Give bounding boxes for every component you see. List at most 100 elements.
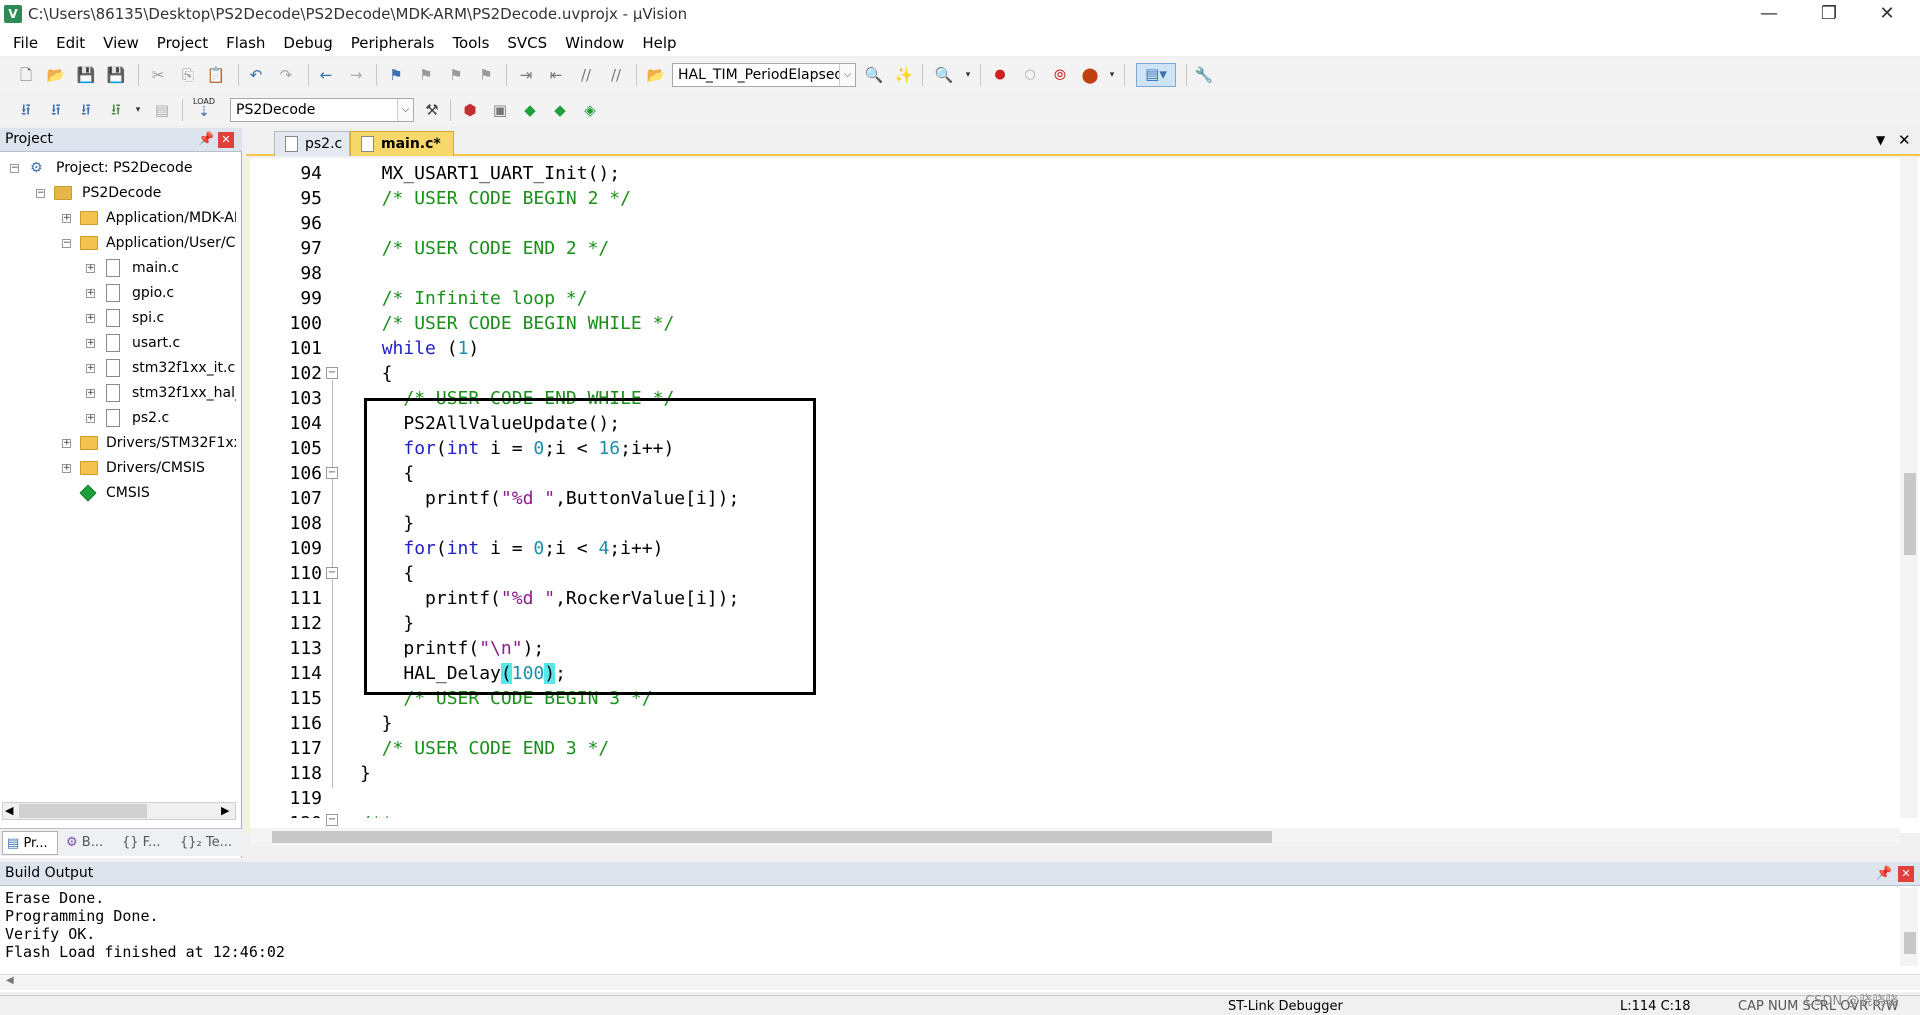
tree-file[interactable]: + spi.c — [86, 306, 240, 331]
stop-build-icon[interactable]: ▤ — [152, 100, 172, 120]
tree-group-cmsis[interactable]: CMSIS — [60, 481, 240, 506]
incremental-find-icon[interactable]: ✨ — [894, 65, 914, 85]
select-software-packs-icon[interactable]: ◆ — [550, 100, 570, 120]
batch-build-icon[interactable]: ⭿ — [106, 100, 126, 120]
disable-all-breakpoints-icon[interactable]: ⦾ — [1050, 65, 1070, 85]
tab-main-c[interactable]: main.c* — [350, 131, 454, 156]
manage-components-icon[interactable]: ▣ — [490, 100, 510, 120]
scroll-right-icon[interactable]: ▶ — [221, 804, 229, 817]
tree-file[interactable]: + usart.c — [86, 331, 240, 356]
menu-debug[interactable]: Debug — [274, 34, 341, 52]
redo-icon[interactable]: ↷ — [276, 65, 296, 85]
bookmark-icon[interactable]: ⚑ — [386, 65, 406, 85]
prev-bookmark-icon[interactable]: ⚑ — [416, 65, 436, 85]
rebuild-icon[interactable]: ⭿ — [76, 100, 96, 120]
restore-button[interactable]: ❐ — [1800, 0, 1858, 30]
navigate-forward-icon[interactable]: → — [346, 65, 366, 85]
expand-icon[interactable]: + — [86, 289, 95, 298]
close-button[interactable]: ✕ — [1858, 0, 1916, 30]
scroll-thumb[interactable] — [1904, 473, 1916, 555]
save-icon[interactable]: 💾 — [76, 65, 96, 85]
tree-file[interactable]: + main.c — [86, 256, 240, 281]
scroll-thumb[interactable] — [272, 831, 1272, 843]
editor-vertical-scrollbar[interactable] — [1900, 158, 1918, 818]
window-layout-icon[interactable]: ▤▾ — [1136, 63, 1176, 87]
fold-marker-icon[interactable]: − — [326, 467, 338, 479]
expand-icon[interactable]: + — [86, 364, 95, 373]
build-icon[interactable]: ⭿ — [46, 100, 66, 120]
scroll-left-icon[interactable]: ◀ — [5, 804, 13, 817]
tab-project[interactable]: ▤ Pr... — [2, 831, 58, 855]
comment-icon[interactable]: // — [576, 65, 596, 85]
tree-group-drivers-cmsis[interactable]: + Drivers/CMSIS — [60, 456, 240, 481]
tree-file[interactable]: + gpio.c — [86, 281, 240, 306]
find-in-files-icon[interactable]: 📂 — [646, 65, 666, 85]
kill-breakpoints-icon[interactable]: ⬤ — [1080, 65, 1100, 85]
indent-icon[interactable]: ⇥ — [516, 65, 536, 85]
run-time-environment-icon[interactable]: ◈ — [580, 100, 600, 120]
navigate-back-icon[interactable]: ← — [316, 65, 336, 85]
tree-file[interactable]: + stm32f1xx_hal_msp.c — [86, 381, 240, 406]
find-icon[interactable]: 🔍 — [864, 65, 884, 85]
code-editor[interactable]: 94 95 96 97 98 99 100 101 102 103 104 10… — [246, 158, 1920, 846]
file-extensions-icon[interactable]: ⬢ — [460, 100, 480, 120]
expand-icon[interactable]: + — [62, 214, 71, 223]
chevron-down-icon[interactable]: ⌵ — [839, 64, 855, 86]
pin-icon[interactable]: 📌 — [198, 132, 214, 147]
build-vertical-scrollbar[interactable] — [1900, 888, 1918, 966]
menu-peripherals[interactable]: Peripherals — [342, 34, 444, 52]
menu-project[interactable]: Project — [148, 34, 217, 52]
tree-group-app-user[interactable]: − Application/User/Core — [60, 231, 240, 256]
editor-horizontal-scrollbar[interactable] — [250, 828, 1900, 846]
close-editor-icon[interactable]: ✕ — [1898, 131, 1911, 149]
tree-file[interactable]: + ps2.c — [86, 406, 240, 431]
chevron-down-icon[interactable]: ▾ — [128, 100, 148, 120]
menu-window[interactable]: Window — [556, 34, 633, 52]
tree-group-drivers-stm[interactable]: + Drivers/STM32F1xx_HAL_Driver — [60, 431, 240, 456]
minimize-button[interactable]: — — [1740, 0, 1798, 30]
paste-icon[interactable]: 📋 — [206, 65, 226, 85]
menu-flash[interactable]: Flash — [217, 34, 274, 52]
expand-icon[interactable]: + — [86, 389, 95, 398]
project-horizontal-scrollbar[interactable]: ◀ ▶ — [2, 802, 236, 820]
collapse-icon[interactable]: − — [36, 189, 45, 198]
menu-help[interactable]: Help — [633, 34, 685, 52]
collapse-icon[interactable]: − — [10, 164, 19, 173]
fold-marker-icon[interactable]: − — [326, 814, 338, 826]
menu-edit[interactable]: Edit — [47, 34, 94, 52]
scroll-thumb[interactable] — [1904, 932, 1916, 954]
build-horizontal-scrollbar[interactable]: ◀ — [0, 974, 1920, 990]
target-options-icon[interactable]: ⚒ — [422, 100, 442, 120]
find-combo[interactable]: HAL_TIM_PeriodElapsedCall ⌵ — [672, 63, 856, 87]
pin-icon[interactable]: 📌 — [1876, 866, 1892, 881]
close-icon[interactable]: ✕ — [218, 132, 234, 148]
copy-icon[interactable]: ⎘ — [178, 65, 198, 85]
tab-functions[interactable]: {} F... — [118, 831, 174, 855]
new-file-icon[interactable]: 🗋 — [16, 65, 36, 85]
cut-icon[interactable]: ✂ — [148, 65, 168, 85]
clear-bookmarks-icon[interactable]: ⚑ — [476, 65, 496, 85]
expand-icon[interactable]: + — [86, 414, 95, 423]
breakpoint-icon[interactable]: ● — [990, 65, 1010, 85]
tab-ps2-c[interactable]: ps2.c — [274, 131, 350, 156]
menu-tools[interactable]: Tools — [443, 34, 498, 52]
tab-books[interactable]: ⚙ B... — [62, 831, 114, 855]
scroll-thumb[interactable] — [19, 804, 147, 818]
chevron-down-icon[interactable]: ▾ — [958, 65, 978, 85]
menu-svcs[interactable]: SVCS — [498, 34, 556, 52]
expand-icon[interactable]: + — [86, 264, 95, 273]
wrench-icon[interactable]: 🔧 — [1194, 65, 1214, 85]
tree-group-app-mdk[interactable]: + Application/MDK-ARM — [60, 206, 240, 231]
collapse-icon[interactable]: − — [62, 239, 71, 248]
menu-view[interactable]: View — [94, 34, 148, 52]
tree-target[interactable]: − PS2Decode — [36, 181, 240, 206]
expand-icon[interactable]: + — [86, 339, 95, 348]
tab-templates[interactable]: {}₂ Te... — [176, 831, 238, 855]
target-combo[interactable]: PS2Decode ⌵ — [230, 98, 414, 122]
next-bookmark-icon[interactable]: ⚑ — [446, 65, 466, 85]
expand-icon[interactable]: + — [62, 439, 71, 448]
expand-icon[interactable]: + — [62, 464, 71, 473]
chevron-down-icon[interactable]: ⌵ — [397, 99, 413, 121]
tab-list-dropdown-icon[interactable]: ▼ — [1876, 133, 1885, 147]
undo-icon[interactable]: ↶ — [246, 65, 266, 85]
